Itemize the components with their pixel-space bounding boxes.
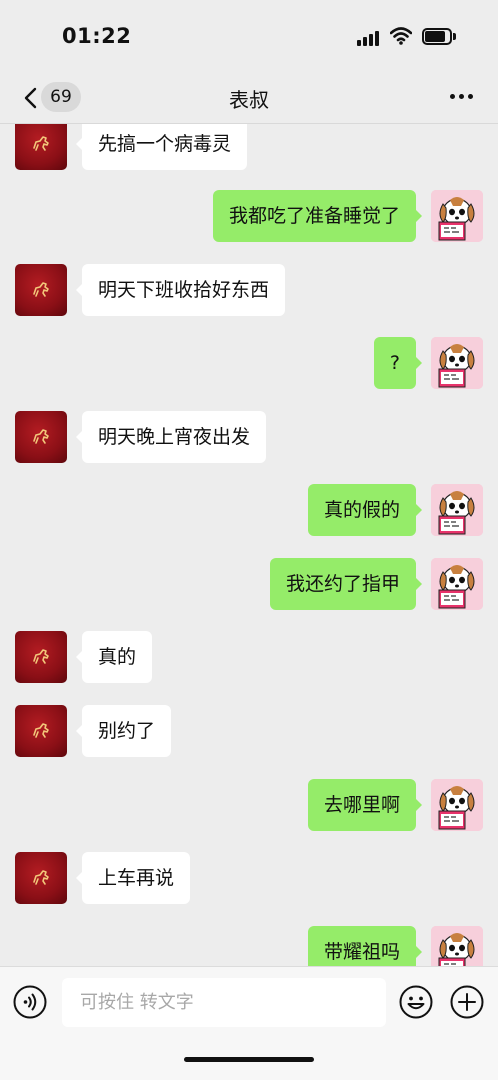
message-bubble[interactable]: 别约了 [75, 705, 172, 757]
message-row-outgoing: ? [0, 337, 498, 391]
chat-message-list[interactable]: 先搞一个病毒灵 我都吃了准备睡觉了 明天下班收拾好东西 ? 明天晚上宵夜出发 真… [0, 124, 498, 966]
message-row-incoming: 真的 [0, 631, 498, 685]
message-row-outgoing: 我都吃了准备睡觉了 [0, 190, 498, 244]
dog-avatar-icon [431, 558, 483, 610]
home-indicator [184, 1057, 314, 1062]
self-avatar[interactable] [431, 779, 483, 831]
message-bubble[interactable]: 明天晚上宵夜出发 [75, 411, 267, 463]
dog-avatar-icon [431, 484, 483, 536]
horse-icon [33, 282, 49, 297]
plus-icon[interactable] [450, 985, 484, 1019]
dog-avatar-icon [431, 779, 483, 831]
contact-avatar[interactable] [15, 705, 67, 757]
status-time: 01:22 [62, 24, 132, 48]
message-row-outgoing: 带耀祖吗 [0, 926, 498, 966]
battery-icon [422, 28, 456, 45]
more-dots-icon[interactable] [450, 94, 474, 100]
message-bubble[interactable]: 真的 [75, 631, 153, 683]
status-bar: 01:22 [0, 0, 498, 72]
nav-bar: 69 表叔 [0, 72, 498, 124]
message-bubble[interactable]: 明天下班收拾好东西 [75, 264, 286, 316]
message-input[interactable] [62, 978, 386, 1027]
message-row-incoming: 别约了 [0, 705, 498, 759]
self-avatar[interactable] [431, 337, 483, 389]
self-avatar[interactable] [431, 558, 483, 610]
message-bubble[interactable]: 我都吃了准备睡觉了 [212, 190, 423, 242]
contact-avatar[interactable] [15, 124, 67, 170]
message-row-outgoing: 我还约了指甲 [0, 558, 498, 612]
message-bubble[interactable]: 真的假的 [307, 484, 423, 536]
signal-icon [357, 30, 381, 46]
contact-avatar[interactable] [15, 631, 67, 683]
message-row-incoming: 上车再说 [0, 852, 498, 906]
emoji-icon[interactable] [399, 985, 433, 1019]
message-bubble[interactable]: 我还约了指甲 [269, 558, 423, 610]
voice-icon[interactable] [13, 985, 47, 1019]
horse-icon [33, 723, 49, 738]
chat-title: 表叔 [229, 88, 269, 112]
dog-avatar-icon [431, 926, 483, 966]
message-bubble[interactable]: ? [373, 337, 423, 389]
input-bar [0, 966, 498, 1080]
contact-avatar[interactable] [15, 411, 67, 463]
message-row-incoming: 先搞一个病毒灵 [0, 124, 498, 172]
message-row-outgoing: 去哪里啊 [0, 779, 498, 833]
message-bubble[interactable]: 带耀祖吗 [307, 926, 423, 966]
message-bubble[interactable]: 先搞一个病毒灵 [75, 124, 248, 170]
horse-icon [33, 649, 49, 664]
contact-avatar[interactable] [15, 852, 67, 904]
message-row-incoming: 明天晚上宵夜出发 [0, 411, 498, 465]
horse-icon [33, 870, 49, 885]
dog-avatar-icon [431, 190, 483, 242]
dog-avatar-icon [431, 337, 483, 389]
message-bubble[interactable]: 去哪里啊 [307, 779, 423, 831]
horse-icon [33, 136, 49, 151]
message-row-outgoing: 真的假的 [0, 484, 498, 538]
wifi-icon [390, 27, 412, 45]
self-avatar[interactable] [431, 926, 483, 966]
message-row-incoming: 明天下班收拾好东西 [0, 264, 498, 318]
horse-icon [33, 429, 49, 444]
contact-avatar[interactable] [15, 264, 67, 316]
message-bubble[interactable]: 上车再说 [75, 852, 191, 904]
self-avatar[interactable] [431, 190, 483, 242]
self-avatar[interactable] [431, 484, 483, 536]
